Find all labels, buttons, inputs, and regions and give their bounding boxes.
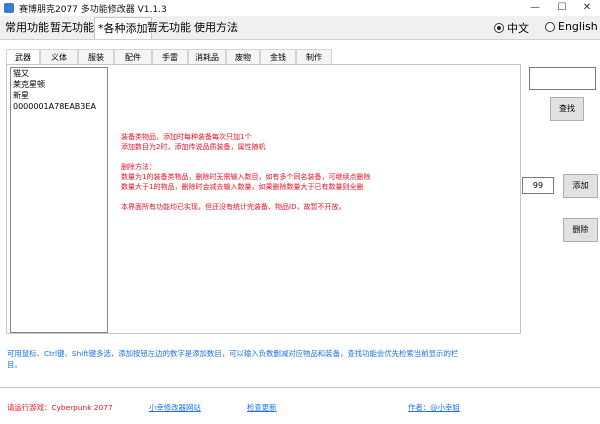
- subtab-attachments[interactable]: 配件: [114, 49, 152, 65]
- content-area: 武器 义体 服装 配件 手雷 消耗品 废物 金钱 制作 猫又 莱克星顿 新星 0…: [0, 39, 600, 424]
- list-item[interactable]: 莱克星顿: [11, 79, 107, 90]
- tab-usage[interactable]: 使用方法: [191, 17, 241, 39]
- maximize-icon[interactable]: ☐: [549, 0, 575, 16]
- info-line: 装备类物品，添加时每种装备每次只加1个: [121, 133, 252, 141]
- subtab-junk[interactable]: 废物: [226, 49, 260, 65]
- subtab-cyberware[interactable]: 义体: [40, 49, 78, 65]
- find-button[interactable]: 查找: [550, 97, 584, 121]
- instructions-text: 装备类物品，添加时每种装备每次只加1个 添加数目为2时，添加传说品质装备，属性随…: [121, 132, 370, 212]
- language-english-label: English: [558, 20, 598, 33]
- tab-panel: 猫又 莱克星顿 新星 0000001A78EAB3EA 装备类物品，添加时每种装…: [6, 64, 521, 334]
- search-input[interactable]: [529, 67, 596, 90]
- subtab-consumables[interactable]: 消耗品: [188, 49, 226, 65]
- subtab-money[interactable]: 金钱: [260, 49, 296, 65]
- language-english-radio[interactable]: English: [545, 20, 598, 33]
- title-bar: 赛博朋克2077 多功能修改器 V1.1.3 — ☐ ✕: [0, 0, 600, 16]
- app-icon: [4, 3, 14, 13]
- quantity-input[interactable]: 99: [522, 177, 554, 194]
- subtab-clothing[interactable]: 服装: [78, 49, 114, 65]
- list-item[interactable]: 新星: [11, 90, 107, 101]
- list-item[interactable]: 0000001A78EAB3EA: [11, 101, 107, 112]
- info-line: 数量为1的装备类物品，删除时无需输入数目，如有多个同名装备，可继续点删除: [121, 173, 371, 181]
- game-status-text: 请运行游戏：Cyberpunk 2077: [7, 403, 113, 412]
- delete-button[interactable]: 删除: [563, 218, 598, 242]
- radio-selected-icon: [494, 23, 504, 33]
- info-line: 添加数目为2时，添加传说品质装备，属性随机: [121, 143, 266, 151]
- info-line: 数量大于1的物品，删除时会减去输入数量，如果删除数量大于已有数量则全删: [121, 183, 364, 191]
- info-line: 本界面所有功能均已实现，但还没有统计完装备、物品ID，故暂不开放。: [121, 203, 346, 211]
- author-link[interactable]: 作者：@小幸姐: [408, 402, 460, 413]
- tab-no-function-2[interactable]: 暂无功能: [144, 17, 194, 39]
- tab-common-functions[interactable]: 常用功能: [2, 17, 52, 39]
- list-item[interactable]: 猫又: [11, 68, 107, 79]
- tab-no-function-1[interactable]: 暂无功能: [47, 17, 97, 39]
- language-chinese-label: 中文: [507, 22, 529, 35]
- subtab-grenades[interactable]: 手雷: [152, 49, 188, 65]
- website-link[interactable]: 小幸修改器网站: [149, 402, 201, 413]
- tab-add-items[interactable]: *各种添加: [94, 17, 152, 40]
- info-line: 删除方法：: [121, 163, 156, 171]
- language-chinese-radio[interactable]: 中文: [494, 20, 529, 36]
- add-button[interactable]: 添加: [563, 174, 598, 198]
- minimize-icon[interactable]: —: [522, 0, 548, 16]
- check-update-link[interactable]: 检查更新: [247, 402, 277, 413]
- radio-empty-icon: [545, 21, 555, 32]
- item-listbox[interactable]: 猫又 莱克星顿 新星 0000001A78EAB3EA: [10, 67, 108, 333]
- footer-divider: [0, 387, 600, 388]
- close-icon[interactable]: ✕: [574, 0, 600, 16]
- usage-hint: 可用鼠标、Ctrl键、Shift键多选，添加按钮左边的数字是添加数目，可以输入负…: [7, 349, 459, 369]
- window-title: 赛博朋克2077 多功能修改器 V1.1.3: [19, 5, 167, 15]
- subtab-crafting[interactable]: 制作: [296, 49, 332, 65]
